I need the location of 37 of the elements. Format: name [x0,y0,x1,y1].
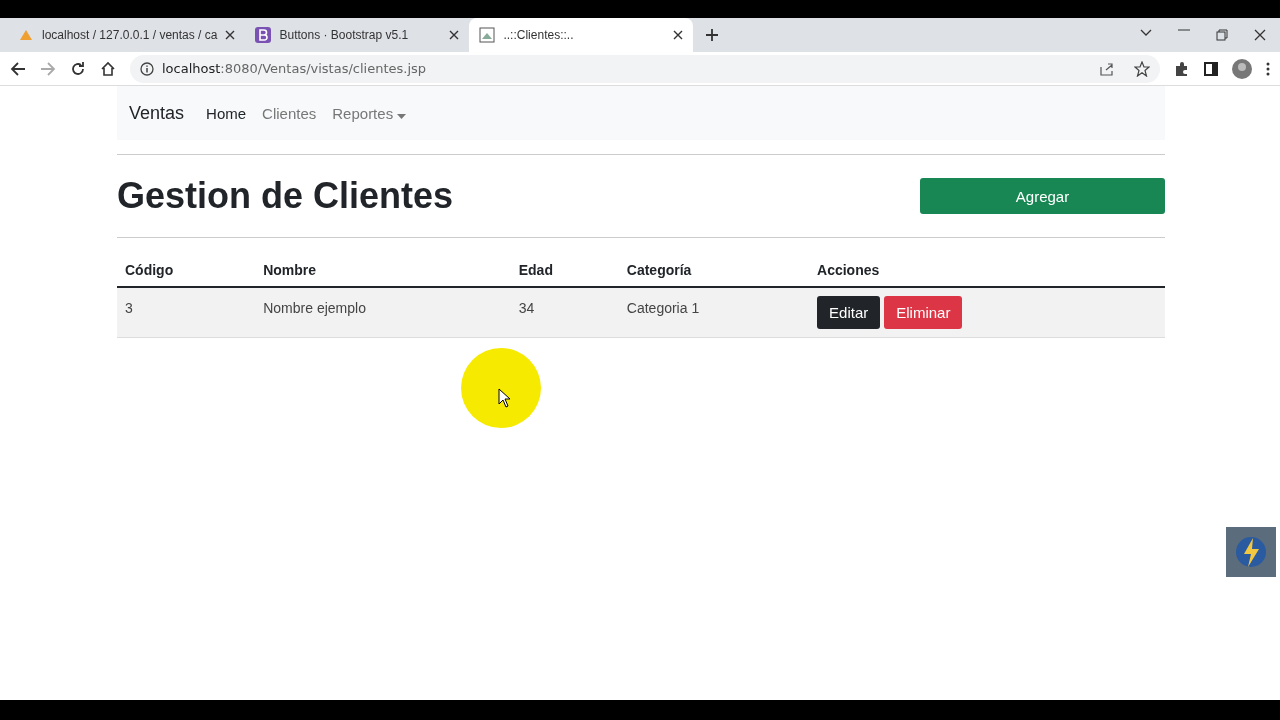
nav-link[interactable]: Reportes [332,104,407,122]
close-icon[interactable] [673,30,684,40]
table-cell: Nombre ejemplo [255,287,511,338]
new-tab-icon[interactable] [705,28,720,42]
info-icon [140,61,154,76]
close-icon[interactable] [449,30,460,40]
page-title: Gestion de Clientes [117,175,454,217]
sidebar-icon[interactable] [1204,61,1218,76]
table-cell: 34 [510,287,619,338]
chevron-icon[interactable] [1140,29,1152,37]
star-icon[interactable] [1134,60,1150,77]
back-icon[interactable] [10,60,26,77]
nav-link[interactable]: Clientes [262,104,317,122]
address-bar[interactable]: localhost:8080/Ventas/vistas/clientes.jsp [130,54,1160,83]
puzzle-icon[interactable] [1174,60,1190,77]
add-button[interactable]: Agregar [920,178,1165,214]
b-icon [255,27,272,43]
nav-link[interactable]: Home [206,104,247,122]
image-icon [479,27,496,43]
restore-icon[interactable] [1216,29,1228,41]
browser-tab[interactable]: localhost / 127.0.0.1 / ventas / ca [8,18,246,52]
reload-icon[interactable] [70,60,86,77]
cursor-icon [498,388,512,408]
bolt-widget[interactable] [1226,527,1276,577]
close-icon[interactable] [1254,29,1266,41]
home-icon[interactable] [100,60,116,77]
browser-tab[interactable]: Buttons · Bootstrap v5.1 [245,18,470,52]
more-icon[interactable] [1266,61,1270,76]
avatar-icon[interactable] [1232,58,1252,79]
table-cell: 3 [117,287,256,338]
edit-button[interactable]: Editar [817,296,881,329]
table-cell: Categoria 1 [618,287,810,338]
share-icon[interactable] [1100,61,1114,76]
brand-link[interactable]: Ventas [129,102,185,124]
close-icon[interactable] [225,30,236,40]
browser-tab[interactable]: ..::Clientes::.. [469,18,694,52]
delete-button[interactable]: Eliminar [884,296,963,329]
